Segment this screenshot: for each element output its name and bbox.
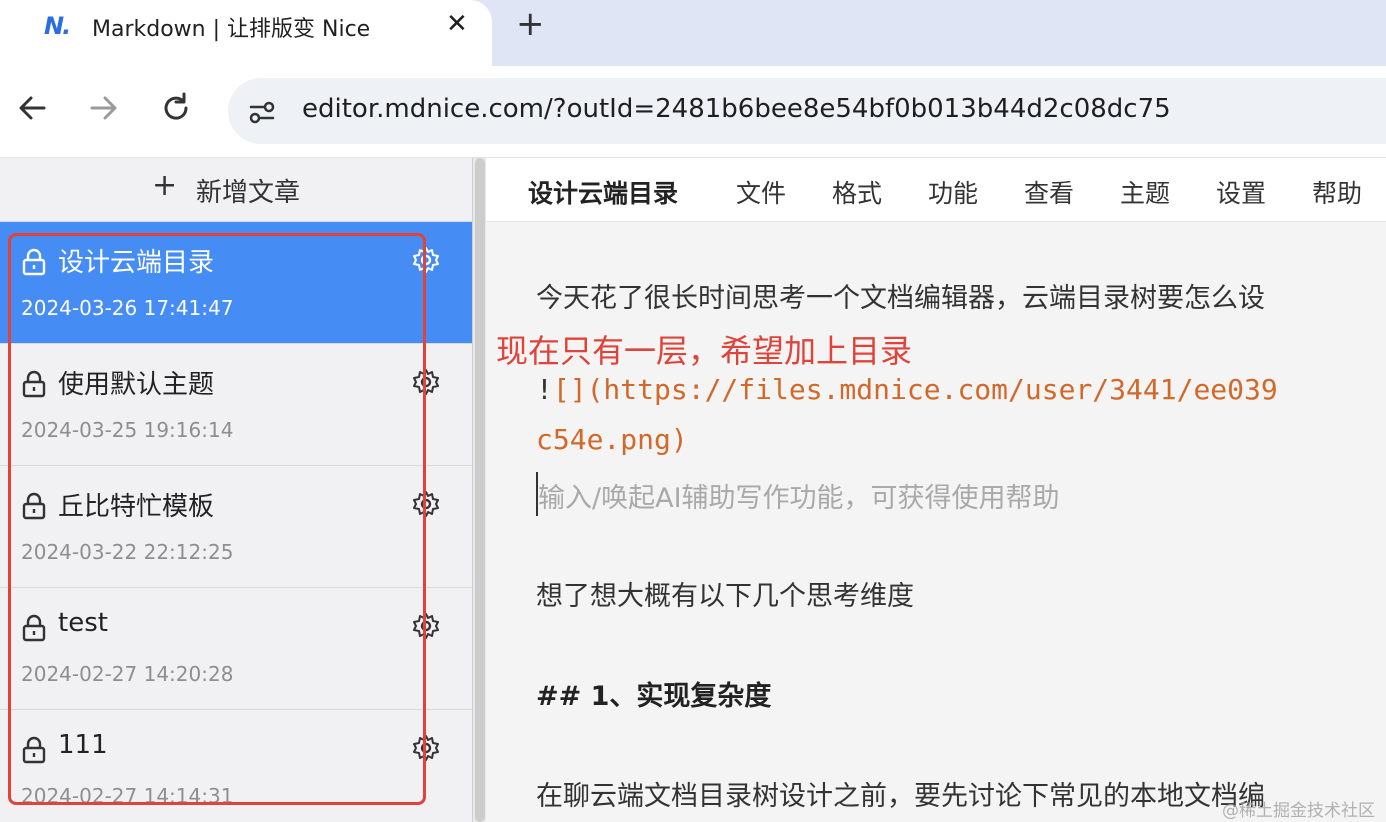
ai-placeholder: 输入/唤起AI辅助写作功能，可获得使用帮助 (538, 483, 1060, 514)
article-date: 2024-03-25 19:16:14 (21, 418, 234, 442)
forward-arrow-icon[interactable] (86, 90, 122, 130)
article-item[interactable]: 丘比特忙模板 2024-03-22 22:12:25 (0, 466, 472, 588)
image-link-continued: c54e.png) (536, 423, 688, 456)
panel-splitter[interactable] (472, 158, 486, 822)
document-title: 设计云端目录 (528, 179, 679, 208)
article-item[interactable]: test 2024-02-27 14:20:28 (0, 588, 472, 710)
article-item[interactable]: 使用默认主题 2024-03-25 19:16:14 (0, 344, 472, 466)
gear-icon[interactable] (412, 368, 440, 396)
menu-settings[interactable]: 设置 (1216, 174, 1266, 210)
new-article-button[interactable]: + 新增文章 (0, 158, 472, 222)
article-title: 使用默认主题 (58, 370, 215, 400)
menu-bar: 设计云端目录 文件 格式 功能 查看 主题 设置 帮助 (486, 158, 1386, 222)
gear-icon[interactable] (412, 246, 440, 274)
lock-icon (22, 248, 46, 276)
article-title: 111 (58, 730, 108, 760)
article-title: 丘比特忙模板 (58, 492, 215, 522)
article-sidebar: + 新增文章 设计云端目录 2024-03-26 17:41:47 使用默认主题… (0, 158, 472, 822)
new-article-label: 新增文章 (196, 178, 301, 208)
browser-tab[interactable]: N. Markdown | 让排版变 Nice ✕ (0, 0, 492, 66)
address-bar[interactable]: editor.mdnice.com/?outId=2481b6bee8e54bf… (228, 78, 1386, 144)
image-markdown-line: ![](https://files.mdnice.com/user/3441/e… (536, 373, 1278, 406)
new-tab-icon[interactable]: + (516, 4, 545, 44)
paragraph: 今天花了很长时间思考一个文档编辑器，云端目录树要怎么设 (536, 283, 1265, 314)
tab-title: Markdown | 让排版变 Nice (92, 17, 371, 42)
lock-icon (22, 736, 46, 764)
menu-help[interactable]: 帮助 (1312, 174, 1362, 210)
markdown-editor[interactable]: 设计云端目录 文件 格式 功能 查看 主题 设置 帮助 今天花了很长时间思考一个… (486, 158, 1386, 822)
menu-function[interactable]: 功能 (928, 174, 978, 210)
gear-icon[interactable] (412, 734, 440, 762)
lock-icon (22, 370, 46, 398)
browser-toolbar: editor.mdnice.com/?outId=2481b6bee8e54bf… (0, 66, 1386, 158)
splitter-handle[interactable] (475, 158, 485, 822)
article-title: test (58, 608, 108, 638)
paragraph: 想了想大概有以下几个思考维度 (536, 581, 914, 612)
browser-tab-strip: N. Markdown | 让排版变 Nice ✕ + (0, 0, 1386, 66)
image-bang: ! (536, 373, 553, 406)
heading-2: ## 1、实现复杂度 (536, 681, 772, 712)
lock-icon (22, 492, 46, 520)
red-annotation-text: 现在只有一层，希望加上目录 (496, 332, 913, 370)
reload-icon[interactable] (158, 90, 194, 130)
watermark: @稀土掘金技术社区 (1222, 801, 1375, 821)
gear-icon[interactable] (412, 612, 440, 640)
article-date: 2024-02-27 14:14:31 (21, 784, 234, 808)
article-date: 2024-03-26 17:41:47 (21, 296, 234, 320)
mdnice-logo-icon: N. (44, 12, 71, 40)
plus-icon: + (152, 168, 178, 203)
back-arrow-icon[interactable] (14, 90, 50, 130)
article-item[interactable]: 设计云端目录 2024-03-26 17:41:47 (0, 222, 472, 344)
article-date: 2024-02-27 14:20:28 (21, 662, 234, 686)
lock-icon (22, 614, 46, 642)
menu-view[interactable]: 查看 (1024, 174, 1074, 210)
article-item[interactable]: 111 2024-02-27 14:14:31 (0, 710, 472, 822)
menu-file[interactable]: 文件 (736, 174, 786, 210)
close-tab-icon[interactable]: ✕ (446, 9, 468, 39)
image-link: [](https://files.mdnice.com/user/3441/ee… (552, 373, 1278, 406)
article-title: 设计云端目录 (58, 248, 215, 278)
menu-format[interactable]: 格式 (832, 174, 882, 210)
menu-theme[interactable]: 主题 (1120, 174, 1170, 210)
paragraph: 在聊云端文档目录树设计之前，要先讨论下常见的本地文档编 (536, 781, 1265, 812)
article-date: 2024-03-22 22:12:25 (21, 540, 234, 564)
gear-icon[interactable] (412, 490, 440, 518)
site-settings-icon[interactable] (248, 98, 276, 126)
url-text: editor.mdnice.com/?outId=2481b6bee8e54bf… (302, 94, 1171, 124)
